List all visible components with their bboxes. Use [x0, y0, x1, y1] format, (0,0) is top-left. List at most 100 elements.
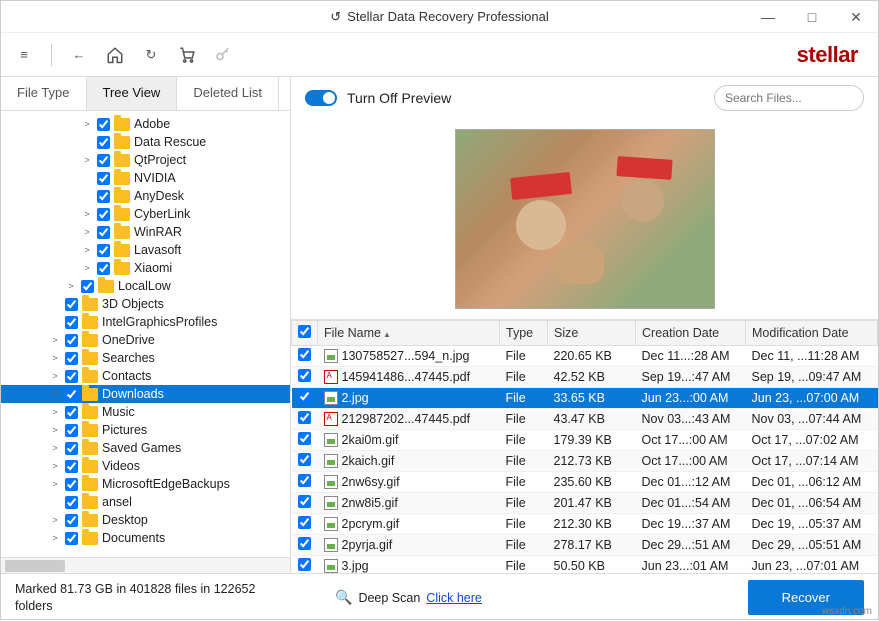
row-checkbox[interactable]	[298, 474, 311, 487]
tree-item[interactable]: ansel	[1, 493, 290, 511]
tree-checkbox[interactable]	[65, 352, 78, 365]
table-row[interactable]: 3.jpgFile50.50 KBJun 23...:01 AMJun 23, …	[292, 556, 878, 574]
expand-icon[interactable]: >	[49, 335, 61, 345]
table-row[interactable]: 2nw8i5.gifFile201.47 KBDec 01...:54 AMDe…	[292, 493, 878, 514]
tree-item[interactable]: AnyDesk	[1, 187, 290, 205]
expand-icon[interactable]: >	[81, 245, 93, 255]
refresh-button[interactable]: ↻	[138, 42, 164, 68]
tree-item[interactable]: >Videos	[1, 457, 290, 475]
tree-checkbox[interactable]	[65, 514, 78, 527]
search-input[interactable]	[725, 91, 879, 105]
row-checkbox[interactable]	[298, 390, 311, 403]
maximize-button[interactable]: □	[790, 1, 834, 33]
home-button[interactable]	[102, 42, 128, 68]
row-checkbox[interactable]	[298, 369, 311, 382]
tree-checkbox[interactable]	[65, 370, 78, 383]
col-filename[interactable]: File Name▲	[318, 321, 500, 346]
tree-checkbox[interactable]	[97, 190, 110, 203]
tree-scrollbar[interactable]	[1, 557, 290, 573]
table-row[interactable]: 2pyrja.gifFile278.17 KBDec 29...:51 AMDe…	[292, 535, 878, 556]
row-checkbox[interactable]	[298, 411, 311, 424]
expand-icon[interactable]: >	[81, 119, 93, 129]
tree-item[interactable]: >OneDrive	[1, 331, 290, 349]
tree-item[interactable]: >Downloads	[1, 385, 290, 403]
expand-icon[interactable]: >	[49, 425, 61, 435]
row-checkbox[interactable]	[298, 537, 311, 550]
tree-item[interactable]: >Saved Games	[1, 439, 290, 457]
row-checkbox[interactable]	[298, 432, 311, 445]
tree-item[interactable]: >Xiaomi	[1, 259, 290, 277]
tree-item[interactable]: >Documents	[1, 529, 290, 547]
tree-checkbox[interactable]	[65, 388, 78, 401]
tree-item[interactable]: >WinRAR	[1, 223, 290, 241]
key-icon[interactable]	[210, 42, 236, 68]
table-row[interactable]: 212987202...47445.pdfFile43.47 KBNov 03.…	[292, 409, 878, 430]
tree-checkbox[interactable]	[65, 442, 78, 455]
tree-item[interactable]: >Adobe	[1, 115, 290, 133]
minimize-button[interactable]: —	[746, 1, 790, 33]
deepscan-link[interactable]: Click here	[426, 591, 482, 605]
tree-checkbox[interactable]	[97, 208, 110, 221]
tree-checkbox[interactable]	[65, 532, 78, 545]
tree-item[interactable]: >LocalLow	[1, 277, 290, 295]
back-button[interactable]: ←	[66, 42, 92, 68]
table-row[interactable]: 130758527...594_n.jpgFile220.65 KBDec 11…	[292, 346, 878, 367]
tree-item[interactable]: >CyberLink	[1, 205, 290, 223]
row-checkbox[interactable]	[298, 495, 311, 508]
col-type[interactable]: Type	[500, 321, 548, 346]
expand-icon[interactable]: >	[49, 407, 61, 417]
tab-deleted-list[interactable]: Deleted List	[177, 77, 279, 110]
row-checkbox[interactable]	[298, 453, 311, 466]
tree-checkbox[interactable]	[97, 154, 110, 167]
tree-checkbox[interactable]	[97, 172, 110, 185]
expand-icon[interactable]: >	[49, 479, 61, 489]
table-row[interactable]: 2nw6sy.gifFile235.60 KBDec 01...:12 AMDe…	[292, 472, 878, 493]
tree-checkbox[interactable]	[65, 478, 78, 491]
expand-icon[interactable]: >	[49, 389, 61, 399]
preview-toggle[interactable]	[305, 90, 337, 106]
tree-checkbox[interactable]	[65, 334, 78, 347]
tree-item[interactable]: >Desktop	[1, 511, 290, 529]
tree-item[interactable]: Data Rescue	[1, 133, 290, 151]
tree-checkbox[interactable]	[97, 244, 110, 257]
select-all-checkbox[interactable]	[298, 325, 311, 338]
tree-checkbox[interactable]	[65, 460, 78, 473]
tree-item[interactable]: NVIDIA	[1, 169, 290, 187]
tree-item[interactable]: >Contacts	[1, 367, 290, 385]
tree-item[interactable]: >Lavasoft	[1, 241, 290, 259]
expand-icon[interactable]: >	[49, 533, 61, 543]
expand-icon[interactable]: >	[65, 281, 77, 291]
cart-button[interactable]	[174, 42, 200, 68]
tree-checkbox[interactable]	[97, 262, 110, 275]
tab-file-type[interactable]: File Type	[1, 77, 87, 110]
row-checkbox[interactable]	[298, 348, 311, 361]
tree-item[interactable]: >Searches	[1, 349, 290, 367]
tree-checkbox[interactable]	[65, 424, 78, 437]
expand-icon[interactable]: >	[81, 263, 93, 273]
col-modified[interactable]: Modification Date	[746, 321, 878, 346]
table-row[interactable]: 145941486...47445.pdfFile42.52 KBSep 19.…	[292, 367, 878, 388]
search-box[interactable]: 🔍	[714, 85, 864, 111]
expand-icon[interactable]: >	[81, 209, 93, 219]
tree-checkbox[interactable]	[97, 136, 110, 149]
menu-icon[interactable]: ≡	[11, 42, 37, 68]
expand-icon[interactable]: >	[49, 371, 61, 381]
tree-checkbox[interactable]	[65, 406, 78, 419]
tree-checkbox[interactable]	[65, 298, 78, 311]
expand-icon[interactable]: >	[81, 155, 93, 165]
tree-checkbox[interactable]	[81, 280, 94, 293]
expand-icon[interactable]: >	[49, 461, 61, 471]
tab-tree-view[interactable]: Tree View	[87, 77, 178, 110]
file-grid[interactable]: File Name▲ Type Size Creation Date Modif…	[291, 319, 878, 573]
table-row[interactable]: 2pcrym.gifFile212.30 KBDec 19...:37 AMDe…	[292, 514, 878, 535]
tree-item[interactable]: >MicrosoftEdgeBackups	[1, 475, 290, 493]
tree-checkbox[interactable]	[97, 118, 110, 131]
tree-checkbox[interactable]	[97, 226, 110, 239]
row-checkbox[interactable]	[298, 516, 311, 529]
folder-tree[interactable]: >AdobeData Rescue>QtProjectNVIDIAAnyDesk…	[1, 111, 290, 557]
expand-icon[interactable]: >	[49, 443, 61, 453]
tree-checkbox[interactable]	[65, 316, 78, 329]
tree-item[interactable]: >Pictures	[1, 421, 290, 439]
col-size[interactable]: Size	[548, 321, 636, 346]
row-checkbox[interactable]	[298, 558, 311, 571]
